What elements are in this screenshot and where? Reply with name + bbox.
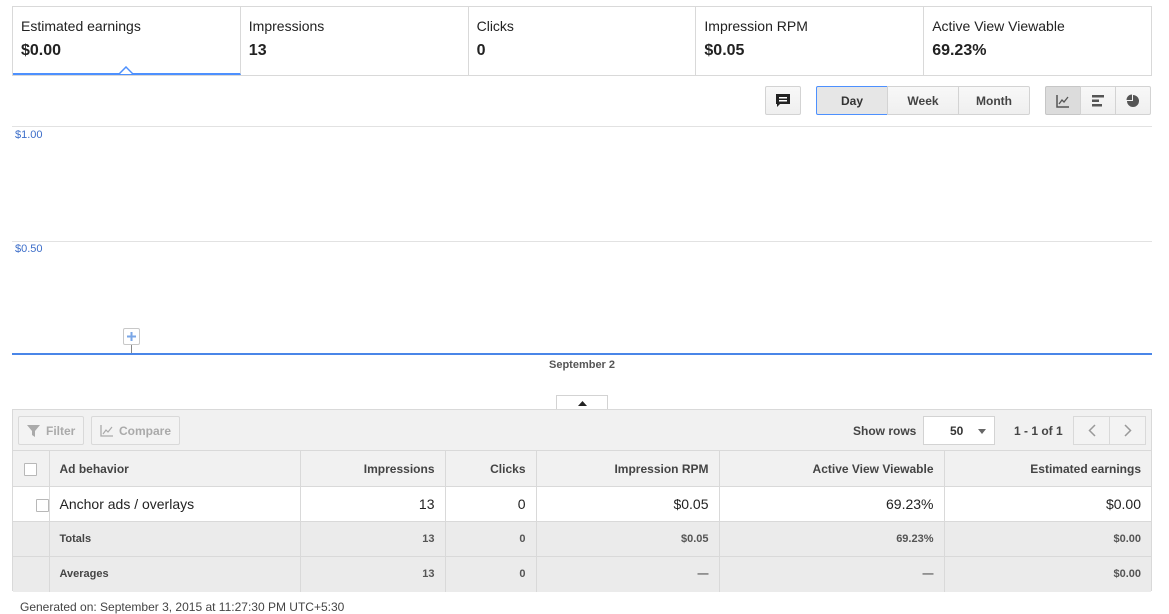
- x-tick-label: September 2: [548, 359, 616, 371]
- filter-icon: [27, 424, 40, 437]
- scorecard-value: 0: [476, 42, 486, 59]
- selected-caret-icon: [119, 66, 133, 74]
- rows-per-page-select[interactable]: 50: [923, 416, 995, 445]
- averages-row: Averages 13 0 — — $0.00: [13, 556, 1151, 592]
- empty-cell: [13, 521, 50, 557]
- line-chart-icon: [100, 424, 113, 437]
- empty-cell: [13, 556, 50, 592]
- compare-button[interactable]: Compare: [91, 416, 181, 445]
- column-header-clicks[interactable]: Clicks: [445, 450, 537, 487]
- table-toolbar: Filter Compare Show rows 50 1 - 1 of 1: [13, 410, 1151, 450]
- scorecards: Estimated earnings $0.00 Impressions 13 …: [12, 6, 1152, 76]
- column-header-ad-behavior[interactable]: Ad behavior: [49, 450, 301, 487]
- pie-chart-icon: [1126, 94, 1139, 107]
- chevron-left-icon: [1087, 424, 1096, 437]
- earnings-line-chart: $1.00 $0.50 September 2: [12, 126, 1152, 376]
- scorecard-value: 13: [248, 42, 267, 59]
- impressions-cell: 13: [300, 556, 446, 592]
- scorecard-estimated-earnings[interactable]: Estimated earnings $0.00: [13, 7, 241, 75]
- clicks-cell: 0: [445, 486, 537, 522]
- ad-behavior-link[interactable]: Anchor ads / overlays: [49, 486, 301, 522]
- select-all-checkbox[interactable]: [24, 462, 38, 476]
- scorecard-active-view-viewable[interactable]: Active View Viewable 69.23%: [924, 7, 1151, 75]
- gridline: [12, 241, 1152, 242]
- scorecard-label: Clicks: [476, 18, 514, 34]
- scorecard-value: 69.23%: [932, 42, 987, 59]
- next-page-button[interactable]: [1109, 416, 1146, 445]
- gridline: [12, 126, 1152, 127]
- column-header-active-view-viewable[interactable]: Active View Viewable: [719, 450, 945, 487]
- table-header-row: Ad behavior Impressions Clicks Impressio…: [13, 450, 1151, 487]
- viewable-cell: 69.23%: [719, 486, 945, 522]
- impressions-cell: 13: [300, 521, 446, 557]
- rpm-cell: $0.05: [536, 521, 720, 557]
- y-tick-label: $0.50: [15, 243, 43, 255]
- scorecard-impressions[interactable]: Impressions 13: [241, 7, 469, 75]
- earnings-cell: $0.00: [944, 486, 1151, 522]
- row-select-cell: [13, 486, 50, 522]
- rows-per-page-value: 50: [950, 423, 964, 438]
- impressions-cell: 13: [300, 486, 446, 522]
- compare-label: Compare: [119, 423, 172, 438]
- column-header-impression-rpm[interactable]: Impression RPM: [536, 450, 720, 487]
- scorecard-impression-rpm[interactable]: Impression RPM $0.05: [696, 7, 925, 75]
- chart-toolbar: Day Week Month: [0, 86, 1169, 116]
- line-chart-button[interactable]: [1045, 86, 1081, 115]
- annotation-stem: [131, 345, 132, 353]
- viewable-cell: 69.23%: [719, 521, 945, 557]
- filter-button[interactable]: Filter: [18, 416, 85, 445]
- totals-label: Totals: [49, 521, 301, 557]
- column-header-impressions[interactable]: Impressions: [300, 450, 446, 487]
- scorecard-value: $0.00: [21, 42, 62, 59]
- scorecard-value: $0.05: [704, 42, 745, 59]
- granularity-week-button[interactable]: Week: [887, 86, 959, 115]
- line-chart-icon: [1056, 94, 1069, 108]
- viewable-cell: —: [719, 556, 945, 592]
- triangle-up-icon: [577, 400, 587, 406]
- bar-chart-icon: [1092, 94, 1104, 106]
- plus-icon: [127, 332, 136, 341]
- pagination-info: 1 - 1 of 1: [1014, 424, 1063, 438]
- collapse-chart-toggle[interactable]: [556, 395, 608, 410]
- chevron-right-icon: [1123, 424, 1132, 437]
- report-table-panel: Filter Compare Show rows 50 1 - 1 of 1 A…: [12, 409, 1152, 592]
- filter-label: Filter: [46, 423, 76, 438]
- rpm-cell: $0.05: [536, 486, 720, 522]
- bar-chart-button[interactable]: [1080, 86, 1116, 115]
- scorecard-label: Active View Viewable: [932, 18, 1065, 34]
- scorecard-label: Impression RPM: [704, 18, 808, 34]
- rpm-cell: —: [536, 556, 720, 592]
- show-rows-label: Show rows: [853, 424, 917, 438]
- y-tick-label: $1.00: [15, 129, 43, 141]
- report-table: Ad behavior Impressions Clicks Impressio…: [13, 450, 1151, 592]
- pie-chart-button[interactable]: [1115, 86, 1151, 115]
- totals-row: Totals 13 0 $0.05 69.23% $0.00: [13, 521, 1151, 557]
- scorecard-clicks[interactable]: Clicks 0: [469, 7, 697, 75]
- granularity-month-button[interactable]: Month: [958, 86, 1030, 115]
- clicks-cell: 0: [445, 556, 537, 592]
- averages-label: Averages: [49, 556, 301, 592]
- previous-page-button[interactable]: [1073, 416, 1110, 445]
- scorecard-label: Estimated earnings: [21, 18, 141, 34]
- series-line: [12, 353, 1152, 355]
- clicks-cell: 0: [445, 521, 537, 557]
- dropdown-arrow-icon: [978, 429, 986, 434]
- scorecard-label: Impressions: [248, 18, 325, 34]
- generated-on-text: Generated on: September 3, 2015 at 11:27…: [20, 600, 345, 614]
- comment-icon: [776, 94, 790, 107]
- select-all-cell: [13, 450, 50, 487]
- granularity-day-button[interactable]: Day: [816, 86, 888, 115]
- table-row: Anchor ads / overlays 13 0 $0.05 69.23% …: [13, 486, 1151, 522]
- earnings-cell: $0.00: [944, 521, 1151, 557]
- column-header-estimated-earnings[interactable]: Estimated earnings: [944, 450, 1151, 487]
- row-checkbox[interactable]: [35, 498, 49, 512]
- add-annotation-button[interactable]: [123, 328, 140, 345]
- earnings-cell: $0.00: [944, 556, 1151, 592]
- annotation-button[interactable]: [765, 86, 801, 115]
